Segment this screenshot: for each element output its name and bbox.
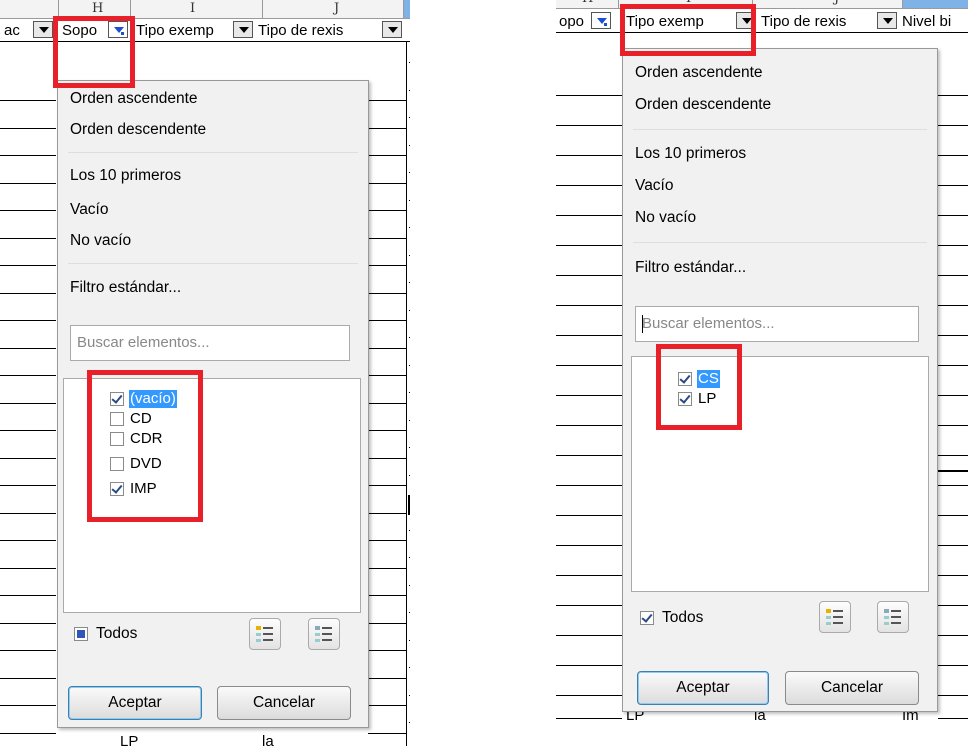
search-placeholder: Buscar elementos... <box>77 334 210 351</box>
checkbox-unchecked[interactable] <box>110 412 124 426</box>
menu-sort-ascending[interactable]: Orden ascendente <box>70 90 198 108</box>
all-items-label[interactable]: Todos <box>96 625 137 643</box>
column-separator <box>58 0 59 18</box>
header-cell: Tipo de rexis <box>761 13 847 30</box>
select-all-icon[interactable] <box>249 618 281 650</box>
select-current-only-icon[interactable] <box>308 618 340 650</box>
cancel-button[interactable]: Cancelar <box>785 671 919 705</box>
menu-not-empty[interactable]: No vacío <box>635 209 696 227</box>
filter-value-label: CDR <box>130 430 163 447</box>
header-cell: ac <box>4 22 20 39</box>
search-items-input[interactable]: Buscar elementos... <box>70 325 350 361</box>
cancel-button[interactable]: Cancelar <box>217 686 351 720</box>
search-placeholder: Buscar elementos... <box>642 315 775 332</box>
filter-header-row: ac Sopo Tipo exemp Tipo de rexis <box>0 19 410 42</box>
menu-sort-descending[interactable]: Orden descendente <box>635 96 771 114</box>
menu-standard-filter[interactable]: Filtro estándar... <box>70 279 181 297</box>
menu-top-10[interactable]: Los 10 primeros <box>635 145 746 163</box>
autofilter-popup: Orden ascendente Orden descendente Los 1… <box>622 48 938 712</box>
column-header-row: H I J <box>556 0 968 9</box>
filter-value-label: IMP <box>130 480 157 497</box>
checkbox-unchecked[interactable] <box>110 432 124 446</box>
menu-separator <box>68 263 358 264</box>
checkbox-unchecked[interactable] <box>110 457 124 471</box>
menu-separator <box>633 242 927 243</box>
column-separator <box>752 0 753 8</box>
column-separator <box>130 0 131 18</box>
menu-standard-filter[interactable]: Filtro estándar... <box>635 259 746 277</box>
filter-value-label: (vacío) <box>129 390 177 408</box>
filter-values-list[interactable]: CS LP <box>631 356 929 592</box>
filter-value-label: CD <box>130 410 152 427</box>
ok-button[interactable]: Aceptar <box>637 671 769 705</box>
filter-value-label: DVD <box>130 455 162 472</box>
checkbox-checked[interactable] <box>110 392 124 406</box>
select-all-icon[interactable] <box>819 601 851 633</box>
filter-values-list[interactable]: (vacío) CD CDR DVD IMP <box>63 378 361 613</box>
checkbox-checked[interactable] <box>678 392 692 406</box>
column-header-row: H I J <box>0 0 410 19</box>
cell-value[interactable]: la <box>262 733 274 746</box>
menu-separator <box>68 152 358 153</box>
header-cell: Tipo de rexis <box>258 22 344 39</box>
left-screenshot: H I J ac Sopo Tipo exemp Tipo de rexis L… <box>0 0 410 746</box>
autofilter-dropdown-button[interactable] <box>382 21 402 38</box>
all-items-checkbox-checked[interactable] <box>640 611 654 625</box>
autofilter-dropdown-button[interactable] <box>33 21 53 38</box>
all-items-label[interactable]: Todos <box>662 609 703 627</box>
filter-value-label: LP <box>698 390 717 407</box>
search-items-input[interactable]: Buscar elementos... <box>635 306 919 342</box>
menu-sort-descending[interactable]: Orden descendente <box>70 121 206 139</box>
menu-empty[interactable]: Vacío <box>70 201 109 219</box>
header-cell: Sopo <box>62 22 98 39</box>
header-cell: Tipo exemp <box>626 13 704 30</box>
filter-value-label: CS <box>697 370 720 388</box>
selected-column-indicator <box>903 0 968 8</box>
column-letter-h[interactable]: H <box>92 1 103 16</box>
menu-sort-ascending[interactable]: Orden ascendente <box>635 64 763 82</box>
column-letter-i[interactable]: I <box>190 1 195 16</box>
autofilter-dropdown-button[interactable] <box>877 12 897 29</box>
autofilter-dropdown-button[interactable] <box>233 21 253 38</box>
column-letter-j[interactable]: J <box>334 1 339 16</box>
header-cell: opo <box>559 13 585 30</box>
ok-button[interactable]: Aceptar <box>68 686 202 720</box>
column-letter-h[interactable]: H <box>582 0 593 6</box>
selected-column-indicator <box>404 0 410 18</box>
autofilter-dropdown-button-active[interactable] <box>591 12 611 29</box>
checkbox-checked[interactable] <box>110 482 124 496</box>
cell-value[interactable]: LP <box>120 733 138 746</box>
header-cell: Tipo exemp <box>136 22 214 39</box>
right-screenshot: H I J opo Tipo exemp Tipo de rexis Nivel… <box>556 0 968 725</box>
select-current-only-icon[interactable] <box>877 601 909 633</box>
autofilter-dropdown-button[interactable] <box>736 12 756 29</box>
menu-separator <box>633 129 927 130</box>
all-items-checkbox-partial[interactable] <box>74 627 88 641</box>
autofilter-dropdown-button-active[interactable] <box>108 21 128 38</box>
column-letter-j[interactable]: J <box>834 0 839 6</box>
column-separator <box>262 0 263 18</box>
menu-empty[interactable]: Vacío <box>635 177 674 195</box>
menu-top-10[interactable]: Los 10 primeros <box>70 167 181 185</box>
filter-header-row: opo Tipo exemp Tipo de rexis Nivel bi <box>556 10 968 33</box>
column-letter-i[interactable]: I <box>686 0 691 6</box>
checkbox-checked[interactable] <box>678 372 692 386</box>
column-separator <box>618 0 619 8</box>
menu-not-empty[interactable]: No vacío <box>70 232 131 250</box>
header-cell: Nivel bi <box>902 13 952 30</box>
autofilter-popup: Orden ascendente Orden descendente Los 1… <box>57 80 369 728</box>
